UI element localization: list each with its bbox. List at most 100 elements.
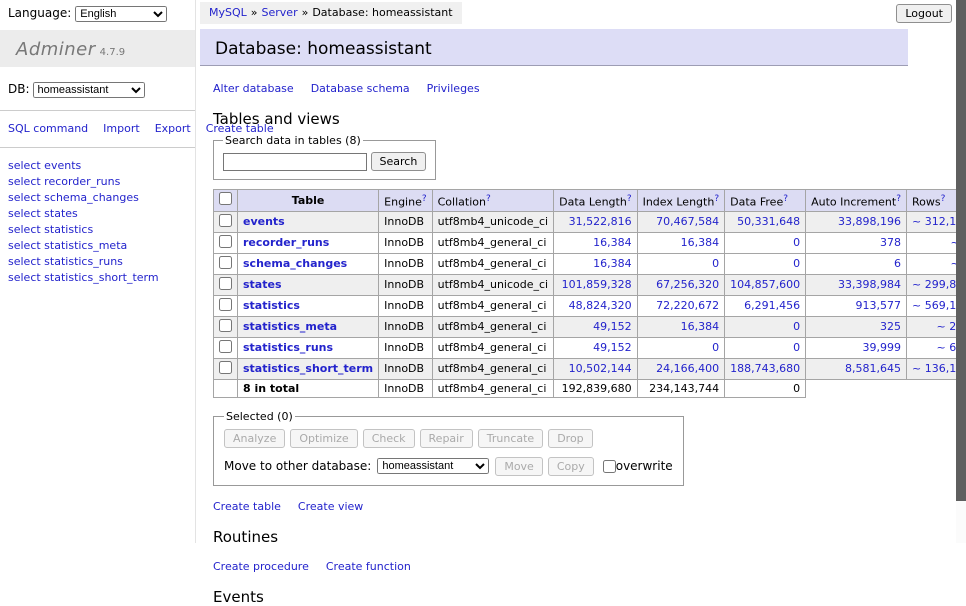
data-length-link[interactable]: 31,522,816 bbox=[569, 215, 632, 228]
data-length-link[interactable]: 16,384 bbox=[593, 257, 632, 270]
link-create-table[interactable]: Create table bbox=[213, 500, 281, 513]
sidebar-item-select-recorder-runs[interactable]: select recorder_runs bbox=[8, 174, 187, 190]
help-link-data-length[interactable]: ? bbox=[627, 194, 632, 204]
auto-increment-link[interactable]: 39,999 bbox=[863, 341, 902, 354]
row-checkbox[interactable] bbox=[219, 235, 232, 248]
data-free-link[interactable]: 188,743,680 bbox=[730, 362, 800, 375]
data-length-link[interactable]: 48,824,320 bbox=[569, 299, 632, 312]
data-free-link[interactable]: 0 bbox=[793, 341, 800, 354]
auto-increment-link[interactable]: 33,898,196 bbox=[838, 215, 901, 228]
sidebar-item-select-statistics-short-term[interactable]: select statistics_short_term bbox=[8, 270, 187, 286]
check-button[interactable]: Check bbox=[363, 429, 415, 448]
row-checkbox[interactable] bbox=[219, 214, 232, 227]
data-free-link[interactable]: 50,331,648 bbox=[737, 215, 800, 228]
db-select[interactable]: homeassistant bbox=[33, 82, 145, 98]
row-select-cell bbox=[214, 274, 238, 295]
total-index-length-cell: 234,143,744 bbox=[637, 379, 725, 397]
sidebar-item-select-states[interactable]: select states bbox=[8, 206, 187, 222]
sidebar-item-select-statistics[interactable]: select statistics bbox=[8, 222, 187, 238]
subnav-link-database-schema[interactable]: Database schema bbox=[311, 82, 410, 95]
table-link-events[interactable]: events bbox=[243, 215, 285, 228]
data-length-link[interactable]: 16,384 bbox=[593, 236, 632, 249]
search-input[interactable] bbox=[223, 153, 367, 171]
help-link-rows[interactable]: ? bbox=[941, 194, 946, 204]
sidebar-item-select-schema-changes[interactable]: select schema_changes bbox=[8, 190, 187, 206]
breadcrumb-link-server[interactable]: Server bbox=[262, 6, 298, 19]
help-link-index-length[interactable]: ? bbox=[714, 194, 719, 204]
table-link-statistics-short-term[interactable]: statistics_short_term bbox=[243, 362, 373, 375]
row-checkbox[interactable] bbox=[219, 256, 232, 269]
row-checkbox[interactable] bbox=[219, 361, 232, 374]
data-free-link[interactable]: 6,291,456 bbox=[744, 299, 800, 312]
data-free-link[interactable]: 0 bbox=[793, 236, 800, 249]
index-length-link[interactable]: 24,166,400 bbox=[656, 362, 719, 375]
data-length-link[interactable]: 49,152 bbox=[593, 341, 632, 354]
engine-cell: InnoDB bbox=[379, 232, 432, 253]
language-select[interactable]: English bbox=[75, 6, 167, 22]
auto-increment-link[interactable]: 913,577 bbox=[856, 299, 902, 312]
subnav-link-privileges[interactable]: Privileges bbox=[427, 82, 480, 95]
help-link-data-free[interactable]: ? bbox=[783, 194, 788, 204]
index-length-link[interactable]: 0 bbox=[712, 257, 719, 270]
truncate-button[interactable]: Truncate bbox=[478, 429, 543, 448]
sidebar-item-select-statistics-meta[interactable]: select statistics_meta bbox=[8, 238, 187, 254]
select-all-checkbox[interactable] bbox=[219, 192, 232, 205]
sidebar-item-select-statistics-runs[interactable]: select statistics_runs bbox=[8, 254, 187, 270]
data-length-link[interactable]: 101,859,328 bbox=[562, 278, 632, 291]
table-name-cell: statistics_meta bbox=[238, 316, 379, 337]
auto-increment-link[interactable]: 6 bbox=[894, 257, 901, 270]
sidebar-link-export[interactable]: Export bbox=[155, 122, 191, 135]
breadcrumb-link-mysql[interactable]: MySQL bbox=[209, 6, 247, 19]
sidebar-link-import[interactable]: Import bbox=[103, 122, 140, 135]
row-select-cell bbox=[214, 211, 238, 232]
row-checkbox[interactable] bbox=[219, 340, 232, 353]
index-length-link[interactable]: 70,467,584 bbox=[656, 215, 719, 228]
auto-increment-link[interactable]: 33,398,984 bbox=[838, 278, 901, 291]
table-link-states[interactable]: states bbox=[243, 278, 282, 291]
table-link-statistics[interactable]: statistics bbox=[243, 299, 300, 312]
scrollbar-thumb[interactable] bbox=[956, 0, 966, 501]
index-length-link[interactable]: 0 bbox=[712, 341, 719, 354]
index-length-link[interactable]: 67,256,320 bbox=[656, 278, 719, 291]
link-create-procedure[interactable]: Create procedure bbox=[213, 560, 309, 573]
engine-cell: InnoDB bbox=[379, 295, 432, 316]
overwrite-checkbox[interactable] bbox=[603, 460, 616, 473]
logout-button[interactable]: Logout bbox=[896, 4, 952, 23]
copy-button[interactable]: Copy bbox=[548, 457, 594, 476]
analyze-button[interactable]: Analyze bbox=[224, 429, 285, 448]
sidebar-link-sql-command[interactable]: SQL command bbox=[8, 122, 88, 135]
table-link-schema-changes[interactable]: schema_changes bbox=[243, 257, 347, 270]
index-length-link[interactable]: 16,384 bbox=[681, 320, 720, 333]
data-length-link[interactable]: 10,502,144 bbox=[569, 362, 632, 375]
link-create-view[interactable]: Create view bbox=[298, 500, 363, 513]
table-link-statistics-meta[interactable]: statistics_meta bbox=[243, 320, 337, 333]
sidebar-item-select-events[interactable]: select events bbox=[8, 158, 187, 174]
search-button[interactable]: Search bbox=[371, 152, 427, 171]
repair-button[interactable]: Repair bbox=[420, 429, 473, 448]
index-length-link[interactable]: 16,384 bbox=[681, 236, 720, 249]
index-length-link[interactable]: 72,220,672 bbox=[656, 299, 719, 312]
optimize-button[interactable]: Optimize bbox=[290, 429, 357, 448]
subnav-link-alter-database[interactable]: Alter database bbox=[213, 82, 294, 95]
data-length-link[interactable]: 49,152 bbox=[593, 320, 632, 333]
move-database-select[interactable]: homeassistant bbox=[377, 458, 489, 474]
data-free-link[interactable]: 0 bbox=[793, 320, 800, 333]
row-checkbox[interactable] bbox=[219, 319, 232, 332]
link-create-function[interactable]: Create function bbox=[326, 560, 411, 573]
help-link-collation[interactable]: ? bbox=[486, 194, 491, 204]
language-label: Language: bbox=[8, 6, 71, 20]
auto-increment-link[interactable]: 8,581,645 bbox=[845, 362, 901, 375]
table-link-statistics-runs[interactable]: statistics_runs bbox=[243, 341, 333, 354]
table-link-recorder-runs[interactable]: recorder_runs bbox=[243, 236, 329, 249]
auto-increment-link[interactable]: 378 bbox=[880, 236, 901, 249]
move-button[interactable]: Move bbox=[495, 457, 543, 476]
help-link-engine[interactable]: ? bbox=[422, 194, 427, 204]
auto-increment-link[interactable]: 325 bbox=[880, 320, 901, 333]
row-checkbox[interactable] bbox=[219, 298, 232, 311]
vertical-scrollbar[interactable] bbox=[956, 0, 966, 543]
data-free-link[interactable]: 104,857,600 bbox=[730, 278, 800, 291]
data-free-link[interactable]: 0 bbox=[793, 257, 800, 270]
drop-button[interactable]: Drop bbox=[548, 429, 592, 448]
help-link-auto-increment[interactable]: ? bbox=[896, 194, 901, 204]
row-checkbox[interactable] bbox=[219, 277, 232, 290]
